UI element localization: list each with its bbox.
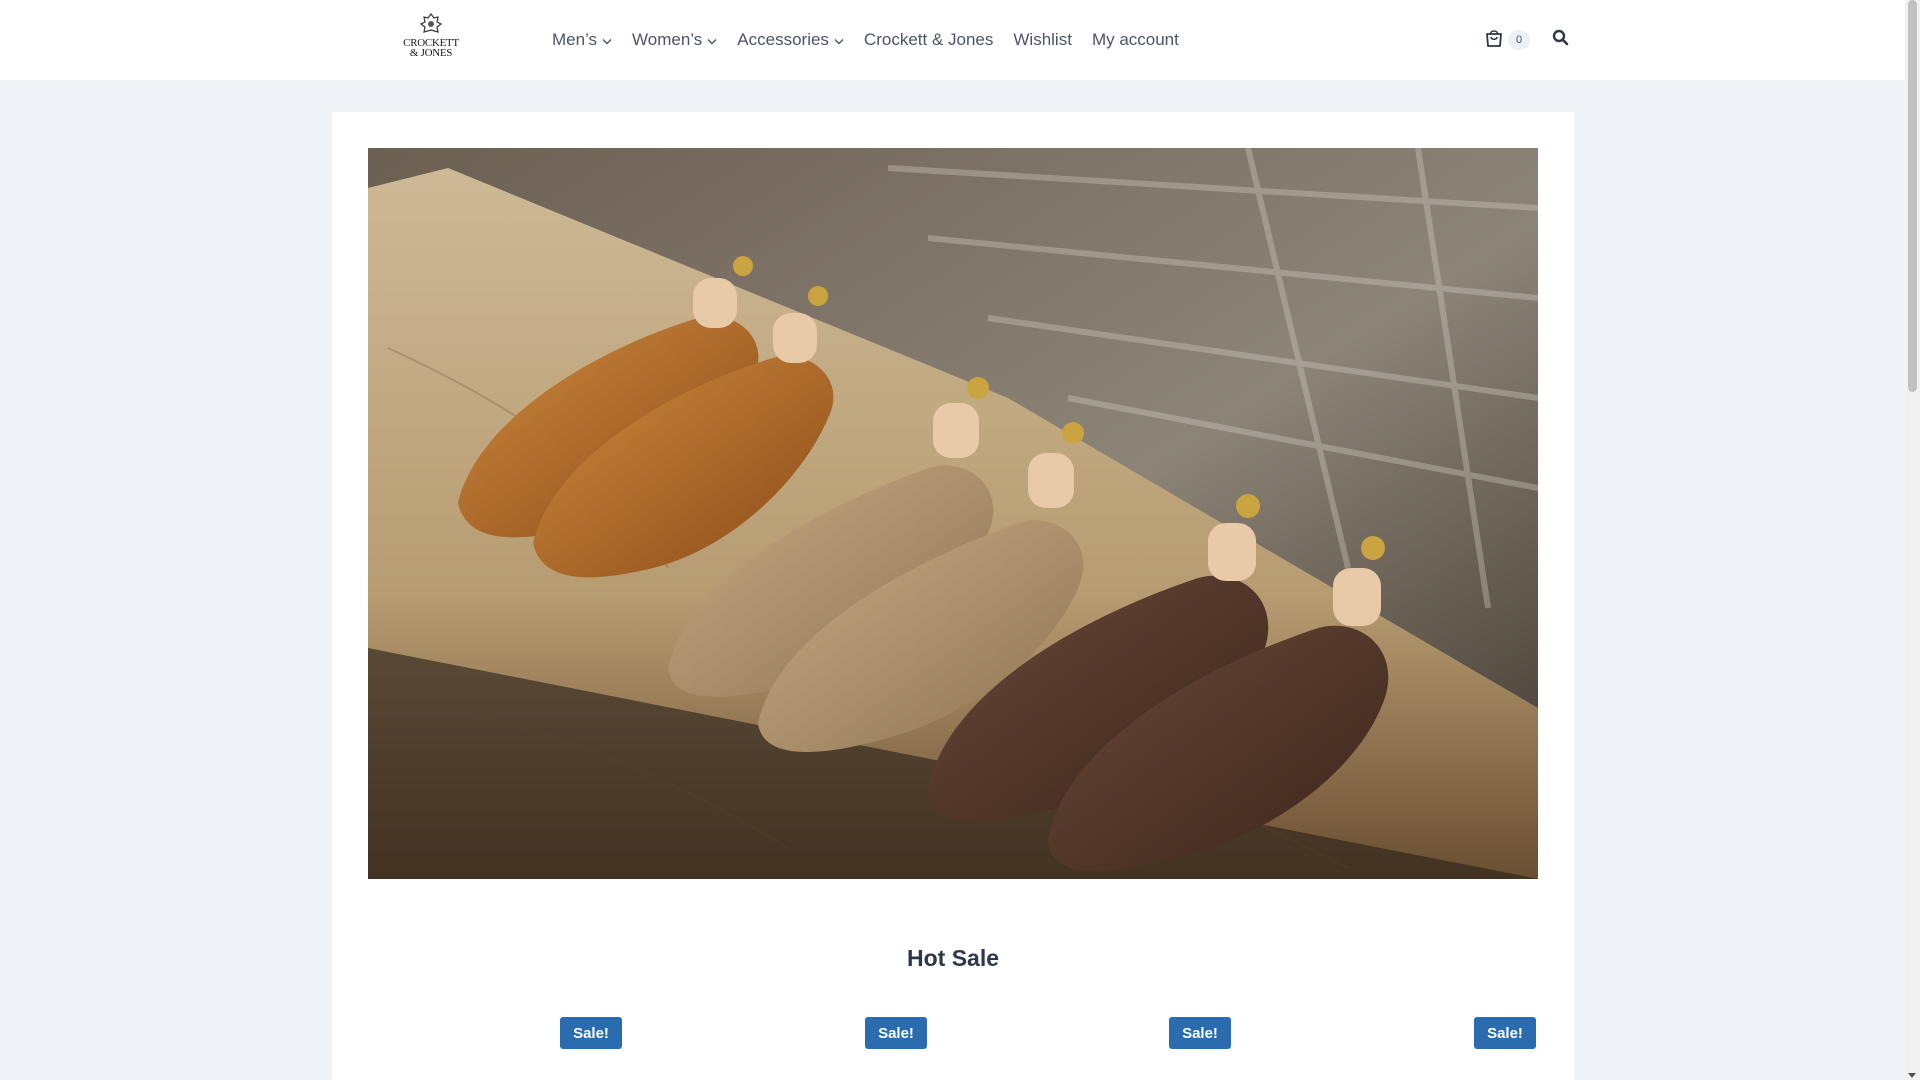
section-title: Hot Sale	[906, 945, 1000, 971]
nav-item-mens[interactable]: Men’s	[542, 0, 622, 80]
search-button[interactable]	[1552, 29, 1569, 51]
nav-item-crockett-jones[interactable]: Crockett & Jones	[854, 0, 1003, 80]
nav-item-label: Men’s	[552, 30, 598, 49]
shopping-bag-icon	[1484, 28, 1504, 53]
nav-item-label: Crockett & Jones	[863, 30, 994, 49]
scroll-down-arrow-icon[interactable]	[1908, 1073, 1916, 1078]
search-icon	[1552, 29, 1569, 51]
page-scrollbar[interactable]	[1905, 0, 1920, 1080]
hero-banner-image[interactable]	[368, 148, 1538, 879]
nav-item-my-account[interactable]: My account	[1082, 0, 1189, 80]
nav-item-womens[interactable]: Women’s	[622, 0, 727, 80]
header-tools: 0	[1484, 28, 1569, 52]
sale-badge: Sale!	[1169, 1017, 1231, 1049]
nav-item-label: Wishlist	[1013, 30, 1072, 49]
nav-item-label: Accessories	[737, 30, 829, 49]
sale-badge: Sale!	[560, 1017, 622, 1049]
main-navigation: Men’s Women’s Accessories Crockett & Jon…	[542, 0, 1189, 80]
sale-badge: Sale!	[865, 1017, 927, 1049]
chevron-down-icon	[602, 30, 612, 50]
scrollbar-thumb[interactable]	[1908, 0, 1917, 392]
sale-badge: Sale!	[1474, 1017, 1536, 1049]
nav-item-label: My account	[1091, 30, 1179, 49]
content-card: Hot Sale Sale! Sale! Sale! Sale!	[332, 112, 1574, 1080]
nav-item-accessories[interactable]: Accessories	[727, 0, 854, 80]
site-header: CROCKETT & JONES Men’s Women’s Accessori…	[0, 0, 1905, 80]
nav-item-wishlist[interactable]: Wishlist	[1003, 0, 1082, 80]
cart-count-badge: 0	[1508, 30, 1530, 50]
chevron-down-icon	[707, 30, 717, 50]
logo-line-2: & JONES	[409, 47, 453, 59]
crest-icon	[419, 13, 443, 33]
brand-logo[interactable]: CROCKETT & JONES	[398, 12, 464, 66]
nav-item-label: Women’s	[632, 30, 703, 49]
chevron-down-icon	[834, 30, 844, 50]
cart-button[interactable]: 0	[1484, 28, 1530, 53]
hero-illustration	[368, 148, 1538, 879]
